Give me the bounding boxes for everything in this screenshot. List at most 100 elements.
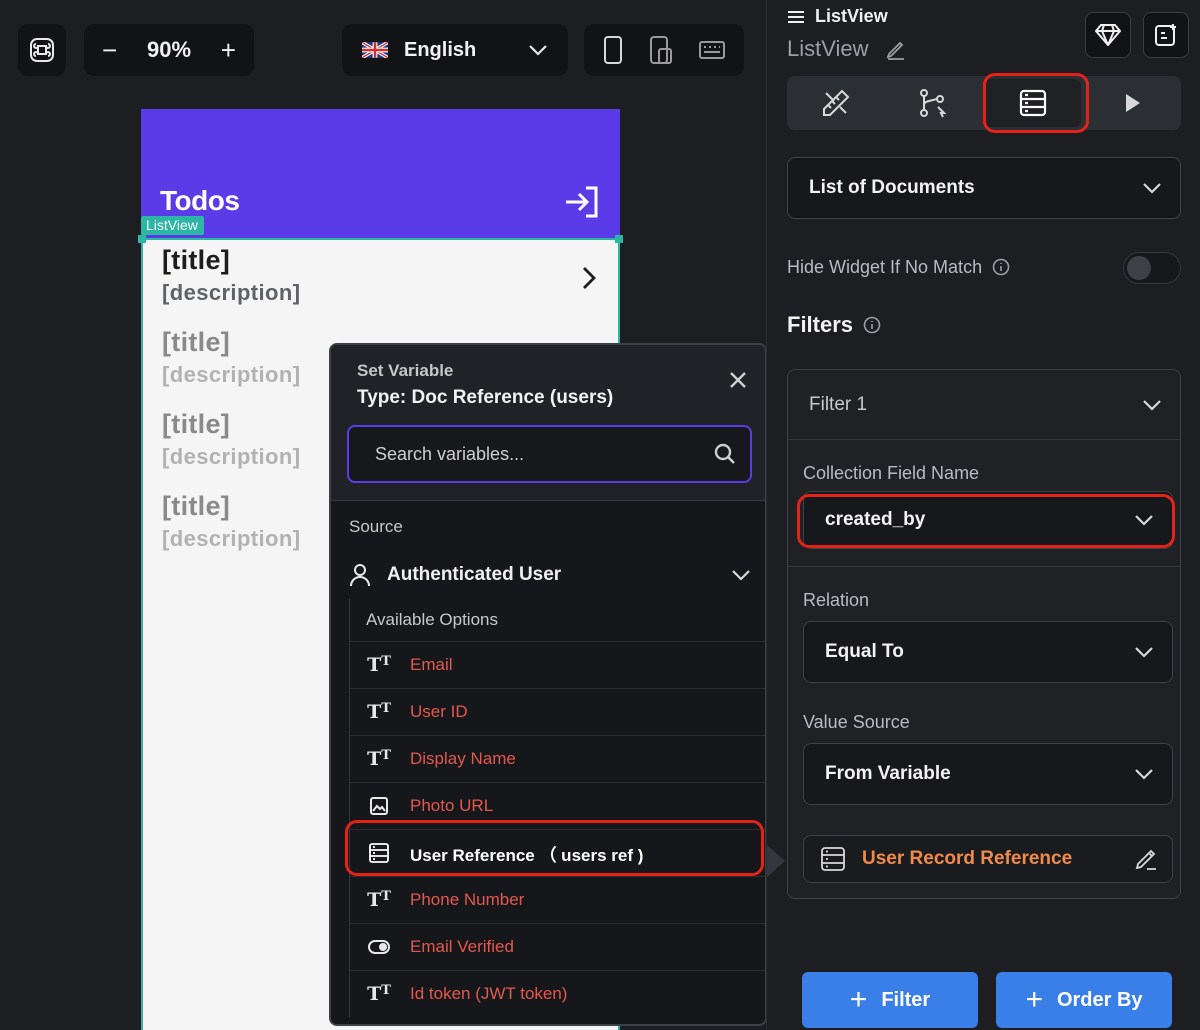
option-email-verified[interactable]: Email Verified — [350, 923, 765, 970]
variable-value-field[interactable]: User Record Reference — [803, 835, 1173, 883]
divider — [788, 566, 1180, 567]
chevron-down-icon — [1135, 769, 1153, 780]
command-icon — [30, 38, 54, 62]
query-type-value: List of Documents — [809, 177, 975, 198]
collection-field-value: created_by — [825, 509, 926, 530]
zoom-level: 90% — [146, 37, 192, 62]
resize-handle[interactable] — [615, 235, 623, 243]
option-label: Photo URL — [410, 796, 494, 815]
item-description: [description] — [162, 526, 301, 551]
play-icon — [1125, 94, 1140, 112]
image-icon — [366, 797, 392, 815]
zoom-control: − 90% + — [84, 24, 254, 76]
widget-tree-button[interactable] — [18, 24, 66, 76]
tab-backend-query[interactable] — [984, 79, 1081, 127]
add-filter-label: Filter — [881, 988, 931, 1011]
option-id-token[interactable]: TT Id token (JWT token) — [350, 970, 765, 1017]
option-label: Phone Number — [410, 890, 525, 909]
text-type-icon: TT — [367, 983, 391, 1005]
list-item[interactable]: [title] [description] — [162, 409, 300, 470]
option-label: User ID — [410, 702, 468, 721]
design-tools-icon — [822, 89, 849, 116]
tab-run[interactable] — [1084, 76, 1181, 130]
hide-widget-row: Hide Widget If No Match — [787, 252, 1181, 284]
option-user-reference[interactable]: User Reference （ users ref ) — [350, 829, 765, 876]
edit-icon[interactable] — [1134, 847, 1158, 871]
option-label: Email — [410, 655, 453, 674]
properties-panel: ListView ListView List of Documents Hide… — [766, 0, 1200, 1030]
item-title: [title] — [162, 491, 231, 521]
chevron-down-icon — [1135, 647, 1153, 658]
tab-properties[interactable] — [787, 76, 884, 130]
option-display-name[interactable]: TT Display Name — [350, 735, 765, 782]
language-label: English — [404, 38, 477, 61]
order-by-button[interactable]: + Order By — [996, 972, 1172, 1028]
filters-heading: Filters — [787, 312, 854, 337]
value-source-select[interactable]: From Variable — [803, 743, 1173, 805]
item-title: [title] — [162, 409, 231, 439]
popup-header: Set Variable Type: Doc Reference (users) — [331, 345, 765, 501]
popup-body: Source Authenticated User Available Opti… — [331, 501, 765, 1024]
app-bar[interactable]: Todos — [141, 109, 620, 239]
list-item[interactable]: [title] [description] — [162, 327, 300, 388]
close-icon[interactable] — [729, 371, 747, 389]
edit-icon[interactable] — [885, 38, 907, 60]
item-description: [description] — [162, 362, 301, 387]
zoom-out-button[interactable]: − — [102, 37, 117, 63]
chevron-right-icon — [583, 267, 596, 289]
item-description: [description] — [162, 444, 301, 469]
option-label: Id token (JWT token) — [410, 984, 568, 1003]
collection-field-select[interactable]: created_by — [803, 491, 1173, 549]
collection-field-label: Collection Field Name — [803, 463, 980, 483]
add-widget-button[interactable] — [1143, 12, 1189, 58]
info-icon[interactable] — [863, 316, 881, 334]
search-input[interactable] — [375, 443, 714, 465]
phone-device-icon[interactable] — [602, 35, 624, 65]
add-filter-button[interactable]: + Filter — [802, 972, 978, 1028]
language-select[interactable]: English — [342, 24, 568, 76]
option-user-id[interactable]: TT User ID — [350, 688, 765, 735]
widget-name: ListView — [787, 36, 869, 61]
option-phone-number[interactable]: TT Phone Number — [350, 876, 765, 923]
plus-icon: + — [849, 983, 868, 1016]
keyboard-icon[interactable] — [698, 40, 726, 60]
login-icon[interactable] — [564, 185, 600, 219]
info-icon[interactable] — [992, 258, 1010, 276]
resize-handle[interactable] — [138, 235, 146, 243]
widget-type: ListView — [815, 6, 888, 26]
list-item[interactable]: [title] [description] — [162, 245, 300, 306]
panel-tabs — [787, 76, 1181, 130]
hide-widget-toggle[interactable] — [1123, 252, 1181, 284]
variable-value: User Record Reference — [862, 848, 1073, 869]
order-by-label: Order By — [1056, 988, 1143, 1011]
listview-tag[interactable]: ListView — [141, 216, 204, 235]
source-label: Source — [349, 517, 403, 536]
premium-button[interactable] — [1085, 12, 1131, 58]
diamond-icon — [1095, 24, 1121, 46]
filter-name: Filter 1 — [809, 393, 868, 415]
database-icon — [366, 843, 392, 863]
tab-actions[interactable] — [884, 76, 981, 130]
available-options: Available Options TT Email TT User ID TT… — [349, 599, 765, 1017]
database-icon — [821, 847, 845, 871]
tablet-device-icon[interactable] — [648, 35, 674, 65]
text-type-icon: TT — [367, 654, 391, 676]
variable-search — [347, 425, 752, 483]
zoom-in-button[interactable]: + — [221, 37, 236, 63]
widget-name-row[interactable]: ListView — [787, 36, 907, 62]
widget-type-row: ListView — [787, 6, 888, 27]
filter-header[interactable]: Filter 1 — [788, 370, 1180, 440]
option-email[interactable]: TT Email — [350, 641, 765, 688]
list-item[interactable]: [title] [description] — [162, 491, 300, 552]
query-type-select[interactable]: List of Documents — [787, 157, 1181, 219]
relation-value: Equal To — [825, 641, 904, 662]
option-photo-url[interactable]: Photo URL — [350, 782, 765, 829]
relation-select[interactable]: Equal To — [803, 621, 1173, 683]
source-select[interactable]: Authenticated User — [349, 553, 751, 597]
text-type-icon: TT — [367, 701, 391, 723]
text-type-icon: TT — [367, 889, 391, 911]
item-title: [title] — [162, 327, 231, 357]
value-source-label: Value Source — [803, 712, 910, 732]
popup-type: Type: Doc Reference (users) — [357, 387, 614, 408]
source-value: Authenticated User — [387, 564, 562, 585]
